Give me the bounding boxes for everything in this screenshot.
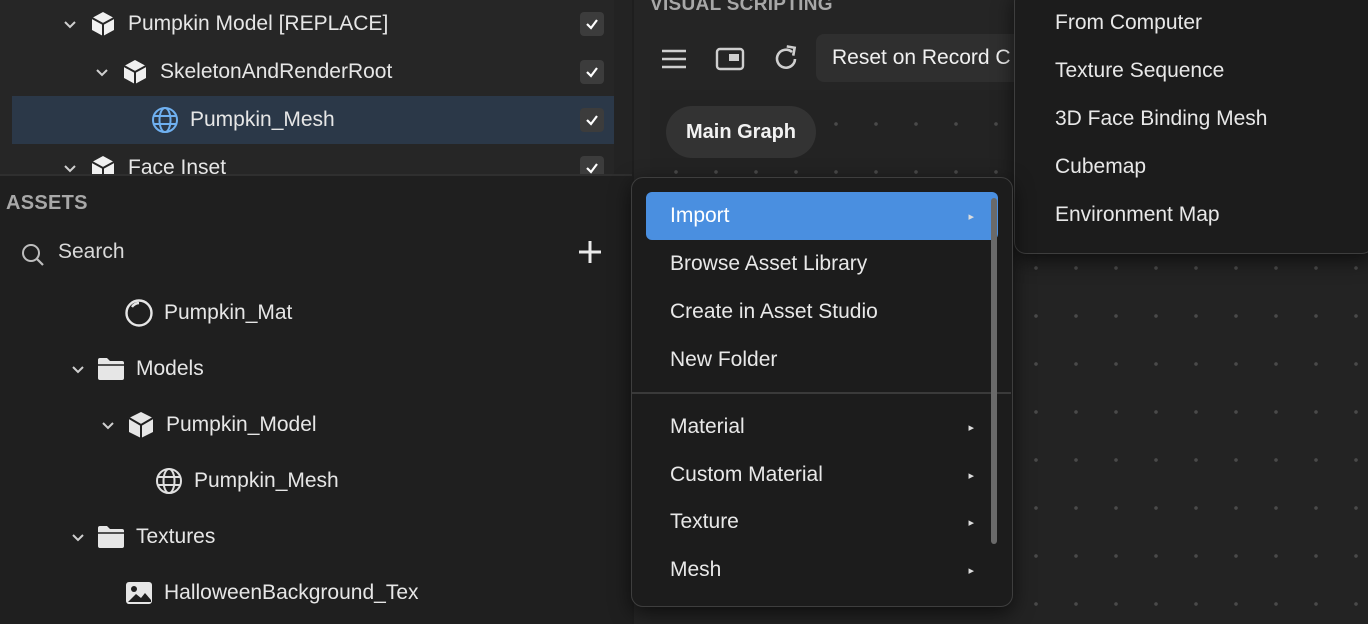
submenu-item-face-binding-mesh[interactable]: 3D Face Binding Mesh	[1055, 95, 1267, 143]
scene-row-pumpkin-mesh[interactable]: Pumpkin_Mesh	[12, 96, 614, 144]
picture-in-picture-icon	[715, 47, 745, 71]
import-submenu: From Computer Texture Sequence 3D Face B…	[1014, 0, 1368, 254]
menu-item-material[interactable]: Material ▸	[646, 403, 998, 451]
scene-row-label: Face Inset	[128, 156, 227, 174]
menu-scrollbar[interactable]	[991, 198, 997, 544]
chevron-down-icon[interactable]	[60, 158, 80, 174]
assets-panel: ASSETS Search Pumpkin_Mat Models Pumpkin…	[0, 174, 632, 624]
asset-item-textures-folder[interactable]: Textures	[68, 517, 215, 557]
menu-button[interactable]	[656, 42, 692, 76]
folder-icon	[96, 354, 126, 384]
scene-row-label: Pumpkin_Mesh	[190, 108, 335, 131]
submenu-item-from-computer[interactable]: From Computer	[1055, 0, 1202, 47]
visibility-checkbox[interactable]	[580, 12, 604, 36]
asset-item-pumpkin-mesh[interactable]: Pumpkin_Mesh	[154, 461, 339, 501]
menu-item-label: Custom Material	[670, 463, 823, 486]
plus-icon	[579, 241, 601, 263]
scene-row-face-inset[interactable]: Face Inset	[12, 144, 614, 174]
search-icon	[20, 242, 46, 273]
asset-label: Pumpkin_Mesh	[194, 469, 339, 492]
menu-item-browse-asset-library[interactable]: Browse Asset Library	[646, 240, 998, 288]
tab-main-graph[interactable]: Main Graph	[666, 106, 817, 158]
scene-row-label: Pumpkin Model [REPLACE]	[128, 12, 389, 35]
asset-item-pumpkin-mat[interactable]: Pumpkin_Mat	[124, 293, 292, 333]
asset-label: Pumpkin_Model	[166, 413, 317, 436]
menu-item-label: Browse Asset Library	[670, 252, 868, 275]
submenu-arrow-icon: ▸	[968, 516, 974, 529]
menu-item-label: New Folder	[670, 348, 778, 371]
submenu-arrow-icon: ▸	[968, 421, 974, 434]
refresh-button[interactable]	[768, 42, 804, 76]
hamburger-icon	[662, 49, 686, 69]
menu-item-label: Create in Asset Studio	[670, 300, 878, 323]
scene-scrollbar[interactable]	[614, 0, 632, 174]
asset-label: Models	[136, 357, 204, 380]
menu-item-create-in-asset-studio[interactable]: Create in Asset Studio	[646, 288, 998, 336]
material-icon	[124, 298, 154, 328]
chevron-down-icon[interactable]	[98, 415, 118, 435]
asset-label: Pumpkin_Mat	[164, 301, 293, 324]
add-asset-button[interactable]	[574, 236, 606, 268]
asset-item-models-folder[interactable]: Models	[68, 349, 204, 389]
menu-item-custom-material[interactable]: Custom Material ▸	[646, 451, 998, 499]
model-icon	[88, 153, 118, 174]
asset-item-halloween-bg[interactable]: HalloweenBackground_Tex	[124, 573, 419, 613]
menu-item-label: Texture	[670, 510, 739, 533]
menu-item-import[interactable]: Import ▸	[646, 192, 998, 240]
submenu-arrow-icon: ▸	[968, 210, 974, 223]
submenu-item-texture-sequence[interactable]: Texture Sequence	[1055, 47, 1224, 95]
chevron-down-icon[interactable]	[68, 527, 88, 547]
scene-row-pumpkin-model[interactable]: Pumpkin Model [REPLACE]	[12, 0, 614, 48]
mesh-icon	[154, 466, 184, 496]
menu-item-label: Import	[670, 204, 730, 227]
menu-item-mesh[interactable]: Mesh ▸	[646, 546, 998, 594]
submenu-item-cubemap[interactable]: Cubemap	[1055, 143, 1146, 191]
menu-item-texture[interactable]: Texture ▸	[646, 498, 998, 546]
scene-row-skeleton-root[interactable]: SkeletonAndRenderRoot	[12, 48, 614, 96]
chevron-down-icon[interactable]	[92, 62, 112, 82]
menu-divider	[632, 392, 1011, 394]
add-asset-context-menu: Import ▸ Browse Asset Library Create in …	[631, 177, 1013, 607]
asset-label: HalloweenBackground_Tex	[164, 581, 419, 604]
mesh-icon	[150, 105, 180, 135]
visibility-checkbox[interactable]	[580, 60, 604, 84]
scene-row-label: SkeletonAndRenderRoot	[160, 60, 393, 83]
refresh-icon	[775, 45, 797, 69]
search-input[interactable]: Search	[58, 240, 125, 264]
submenu-arrow-icon: ▸	[968, 469, 974, 482]
menu-item-label: Material	[670, 415, 745, 438]
chevron-down-icon[interactable]	[68, 359, 88, 379]
scene-panel: Pumpkin Model [REPLACE] SkeletonAndRende…	[0, 0, 632, 174]
model-icon	[88, 9, 118, 39]
model-icon	[120, 57, 150, 87]
picture-in-picture-button[interactable]	[712, 42, 748, 76]
image-icon	[124, 578, 154, 608]
visibility-checkbox[interactable]	[580, 156, 604, 174]
menu-item-label: Mesh	[670, 558, 722, 581]
asset-label: Textures	[136, 525, 216, 548]
assets-title: ASSETS	[6, 192, 88, 214]
submenu-item-environment-map[interactable]: Environment Map	[1055, 191, 1220, 239]
menu-item-new-folder[interactable]: New Folder	[646, 336, 998, 384]
cube-icon	[126, 410, 156, 440]
visual-scripting-title: VISUAL SCRIPTING	[650, 0, 833, 15]
submenu-arrow-icon: ▸	[968, 564, 974, 577]
visibility-checkbox[interactable]	[580, 108, 604, 132]
chevron-down-icon[interactable]	[60, 14, 80, 34]
folder-icon	[96, 522, 126, 552]
asset-item-pumpkin-model[interactable]: Pumpkin_Model	[98, 405, 317, 445]
